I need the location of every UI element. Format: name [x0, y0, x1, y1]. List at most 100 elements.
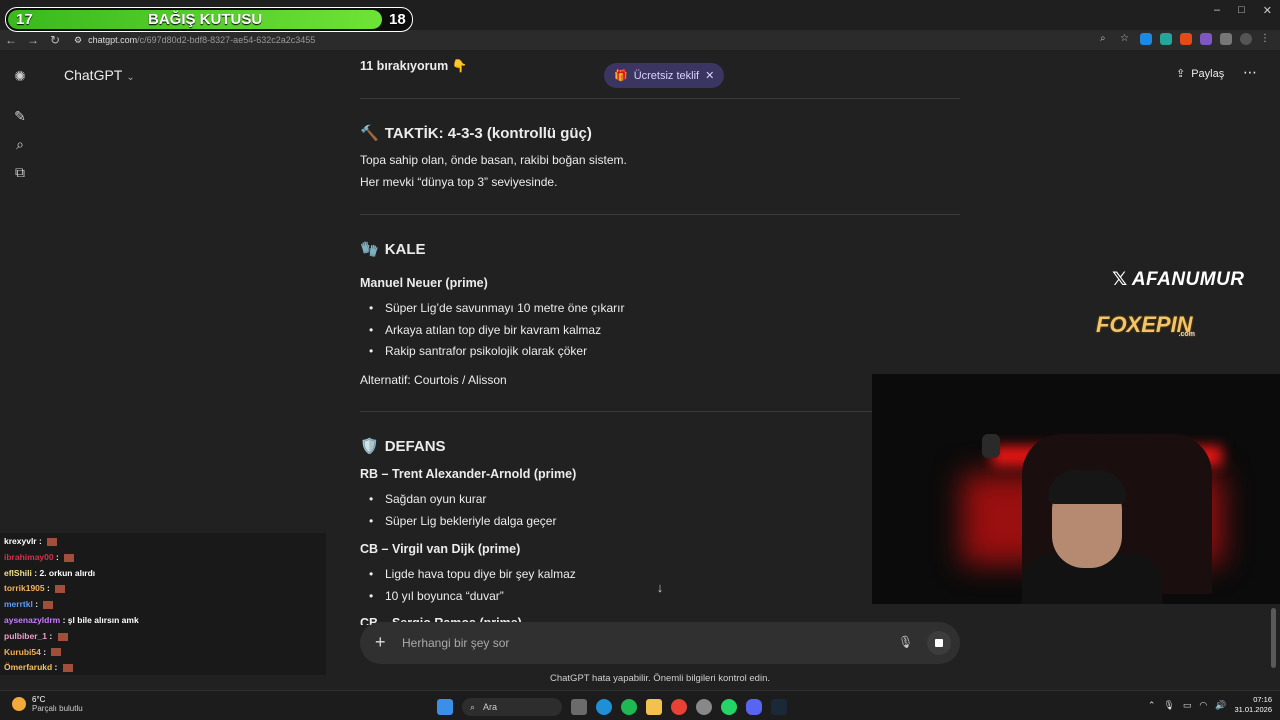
emote-icon: [55, 585, 66, 594]
divider: [360, 411, 960, 412]
donation-label: BAĞIŞ KUTUSU: [148, 11, 263, 28]
chat-message: Ömerfarukd :: [4, 662, 73, 672]
chat-message: ibrahimay00 :: [4, 551, 75, 562]
emote-icon: [62, 664, 73, 673]
model-name: ChatGPT: [64, 67, 123, 83]
taskbar-apps: ⌕ Ara: [437, 698, 787, 716]
library-icon[interactable]: ⧉: [12, 164, 28, 180]
disclaimer-text: ChatGPT hata yapabilir. Önemli bilgileri…: [549, 673, 771, 684]
donation-current: 17: [16, 11, 33, 28]
message-composer[interactable]: + Herhangi bir şey sor 🎙: [360, 622, 960, 664]
task-view-icon[interactable]: [571, 699, 587, 715]
chat-message: eflShili : 2. orkun alırdı: [4, 567, 96, 578]
composer-input[interactable]: Herhangi bir şey sor: [402, 636, 509, 650]
chat-username: krexyvlr: [4, 536, 37, 546]
chat-message: pulbiber_1 :: [4, 631, 68, 641]
search-icon[interactable]: ⌕: [12, 136, 28, 152]
shield-icon: 🛡️: [360, 438, 379, 455]
more-options-icon[interactable]: ⋯: [1243, 64, 1257, 81]
stream-chat-overlay: krexyvlr : ibrahimay00 : eflShili : 2. o…: [0, 533, 326, 675]
chat-username: Kurubi54: [4, 646, 41, 657]
extension-icon[interactable]: [1200, 33, 1212, 45]
webcam-feed: [872, 374, 1280, 604]
list-item: Rakip santrafor psikolojik olarak çöker: [369, 344, 587, 358]
openai-logo-icon[interactable]: ✺: [12, 68, 28, 84]
sponsor-logo: FOXEPIN.com: [1096, 312, 1195, 338]
glove-icon: 🧤: [360, 241, 379, 258]
steam-icon[interactable]: [771, 699, 787, 715]
spotify-icon[interactable]: [621, 699, 637, 715]
window-controls: – □ ✕: [1214, 4, 1272, 17]
scrollbar-thumb[interactable]: [1271, 608, 1276, 668]
chat-message: merrtkl :: [4, 599, 54, 610]
chat-text: şl bile alırsın amk: [67, 615, 139, 625]
message-line: 11 bırakıyorum 👇: [360, 59, 468, 73]
file-explorer-icon[interactable]: [646, 699, 662, 715]
profile-avatar[interactable]: [1240, 33, 1252, 45]
page-scrollbar[interactable]: [1271, 60, 1277, 670]
weather-widget[interactable]: 6°C Parçalı bulutlu: [12, 695, 83, 713]
windows-start-icon[interactable]: [437, 699, 453, 715]
chat-username: eflShili: [4, 567, 32, 578]
section-heading-kale: 🧤 KALE: [360, 241, 426, 258]
chat-username: ibrahimay00: [4, 551, 54, 562]
conversation-content: 11 bırakıyorum 👇 🔨 TAKTİK: 4-3-3 (kontrol…: [360, 55, 960, 625]
model-selector[interactable]: ChatGPT ⌄: [64, 67, 135, 83]
list-item: Arkaya atılan top diye bir kavram kalmaz: [369, 323, 601, 337]
forward-icon[interactable]: →: [22, 33, 44, 47]
bookmark-star-icon[interactable]: ☆: [1120, 33, 1132, 45]
chrome-icon[interactable]: [671, 699, 687, 715]
lamp: [982, 434, 1000, 458]
weather-desc: Parçalı bulutlu: [32, 704, 83, 713]
chat-username: merrtkl: [4, 599, 33, 610]
chat-username: pulbiber_1: [4, 630, 47, 641]
site-info-icon[interactable]: ⚙: [74, 35, 82, 46]
streamer-hair: [1048, 470, 1126, 504]
extension-icon[interactable]: [1140, 33, 1152, 45]
chat-message: aysenazyldrm : şl bile alırsın amk: [4, 615, 139, 625]
wifi-icon[interactable]: ◠: [1199, 700, 1207, 711]
chat-username: Ömerfarukd: [4, 662, 53, 673]
extension-icon[interactable]: [1160, 33, 1172, 45]
edge-icon[interactable]: [596, 699, 612, 715]
share-button[interactable]: ⇪ Paylaş: [1176, 67, 1224, 81]
extension-icon[interactable]: [1180, 33, 1192, 45]
list-item: 10 yıl boyunca “duvar”: [369, 589, 504, 603]
donation-progress-bar: 17 BAĞIŞ KUTUSU 18: [5, 7, 413, 32]
chevron-up-icon[interactable]: ⌃: [1148, 700, 1156, 711]
player-name: Manuel Neuer (prime): [360, 276, 488, 290]
back-icon[interactable]: ←: [0, 33, 22, 47]
close-window-button[interactable]: ✕: [1263, 4, 1272, 17]
minimize-button[interactable]: –: [1214, 4, 1220, 17]
microphone-icon[interactable]: 🎙: [898, 635, 913, 649]
chat-username: torrik1905: [4, 583, 45, 594]
hammer-icon: 🔨: [360, 125, 379, 142]
url-host: chatgpt.com: [88, 35, 138, 45]
scroll-down-icon[interactable]: ↓: [650, 580, 670, 600]
paragraph: Her mevki “dünya top 3” seviyesinde.: [360, 175, 558, 189]
url-field[interactable]: ⚙ chatgpt.com/c/697d80d2-bdf8-8327-ae54-…: [74, 35, 315, 46]
address-bar: ← → ↻ ⚙ chatgpt.com/c/697d80d2-bdf8-8327…: [0, 30, 1280, 50]
microphone-icon[interactable]: 🎙: [1163, 700, 1174, 711]
volume-icon[interactable]: 🔊: [1215, 700, 1226, 711]
divider: [360, 214, 960, 215]
browser-menu-icon[interactable]: ⋮: [1260, 33, 1272, 45]
extensions-toolbar: ⌕ ☆ ⋮: [1100, 33, 1272, 45]
stop-generating-button[interactable]: [927, 631, 951, 655]
zoom-icon[interactable]: ⌕: [1100, 33, 1112, 45]
emote-icon: [47, 537, 58, 546]
taskbar-search[interactable]: ⌕ Ara: [462, 698, 562, 716]
add-attachment-icon[interactable]: +: [375, 632, 386, 653]
section-heading-tactic: 🔨 TAKTİK: 4-3-3 (kontrollü güç): [360, 125, 592, 142]
display-icon[interactable]: ▭: [1183, 700, 1192, 711]
openai-app-icon[interactable]: [696, 699, 712, 715]
maximize-button[interactable]: □: [1238, 4, 1245, 17]
discord-icon[interactable]: [746, 699, 762, 715]
emote-icon: [51, 648, 62, 657]
clock[interactable]: 07:16 31.01.2026: [1234, 695, 1272, 715]
section-heading-defans: 🛡️ DEFANS: [360, 438, 446, 455]
extensions-puzzle-icon[interactable]: [1220, 33, 1232, 45]
new-chat-icon[interactable]: ✎: [12, 108, 28, 124]
reload-icon[interactable]: ↻: [44, 33, 66, 47]
whatsapp-icon[interactable]: [721, 699, 737, 715]
